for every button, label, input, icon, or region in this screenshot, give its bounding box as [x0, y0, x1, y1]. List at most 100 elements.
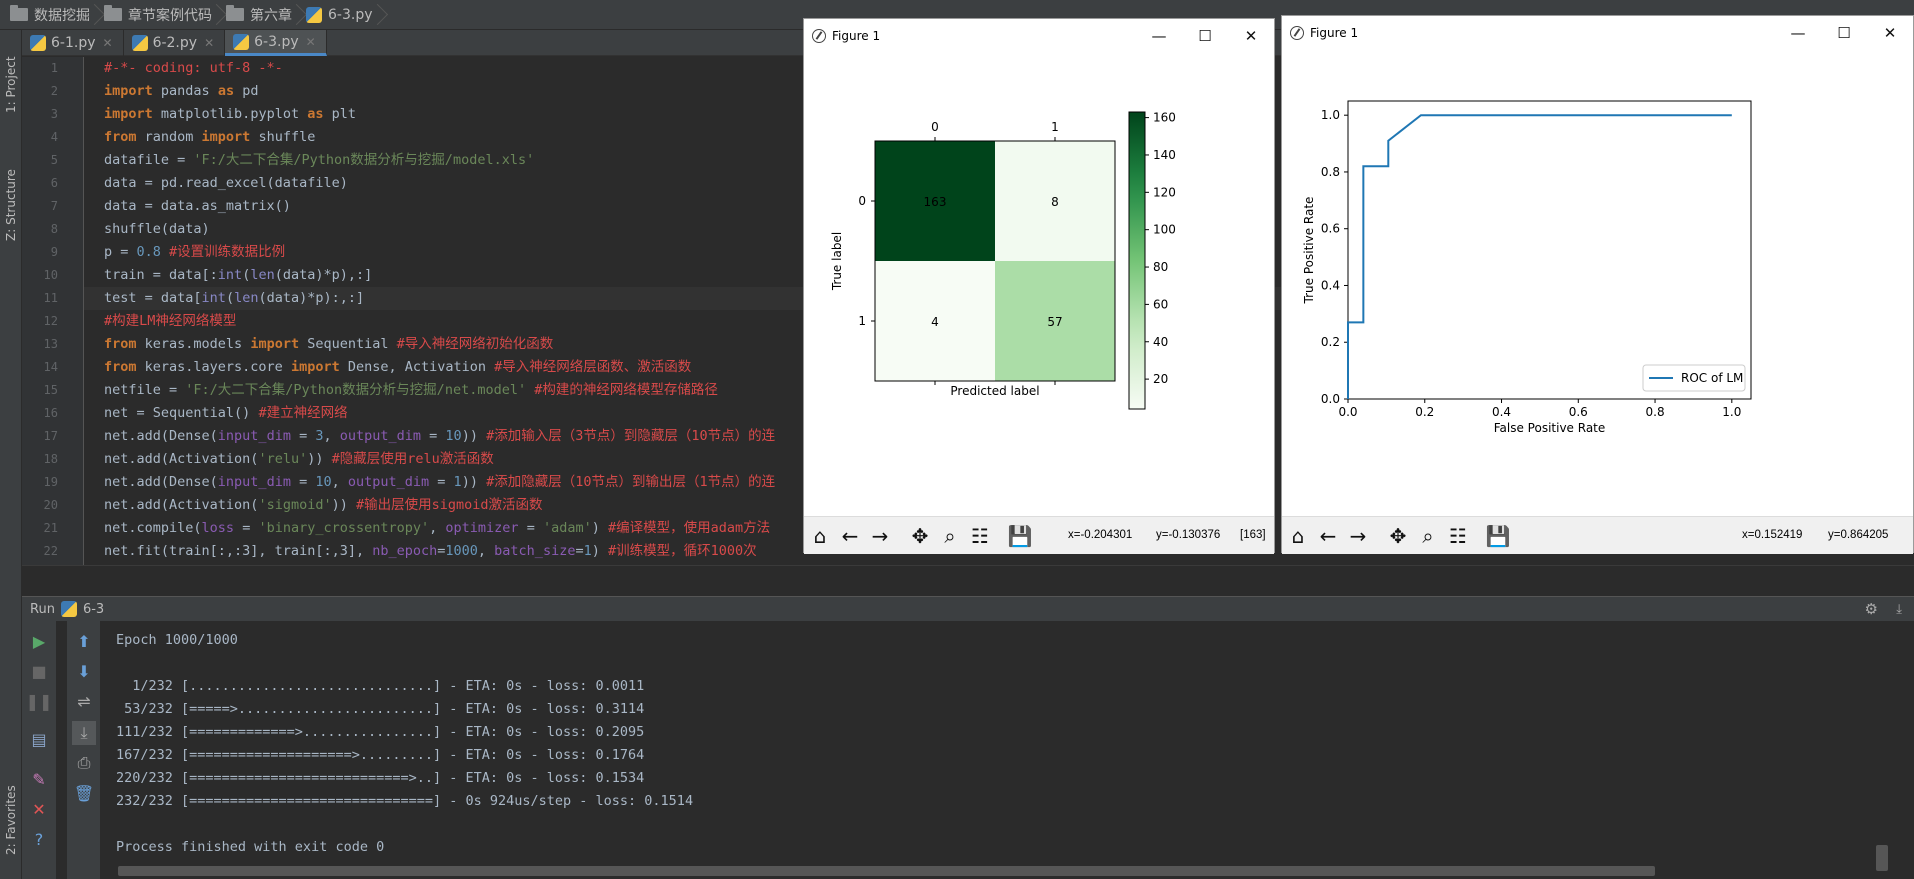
x-tick-label: 0.6	[1569, 405, 1588, 419]
minimize-icon[interactable]: —	[1775, 16, 1821, 50]
soft-wrap-icon[interactable]: ⇌	[72, 689, 96, 713]
console-line: 111/232 [=============>................]…	[116, 724, 645, 740]
string-literal: 'F:/大二下合集/Python数据分析与挖掘/net.model'	[185, 382, 527, 398]
structure-tool-tab[interactable]: Z: Structure	[1, 150, 21, 260]
forward-arrow-icon[interactable]: →	[866, 522, 894, 550]
close-tab-icon[interactable]: ✕	[204, 36, 214, 50]
y-axis-label: True label	[830, 232, 844, 291]
code-text: ))	[461, 474, 487, 490]
scroll-to-end-icon[interactable]: ⤓	[72, 721, 96, 745]
run-panel-header: Run 6-3 ⚙ ⤓	[22, 596, 1914, 621]
keyword: import	[201, 129, 251, 145]
line-number: 21	[43, 521, 58, 535]
home-icon[interactable]: ⌂	[1284, 522, 1312, 550]
stop-icon[interactable]: ■	[27, 659, 51, 683]
code-line-22: net.fit(train[:,:3], train[:,3], nb_epoc…	[104, 540, 757, 563]
keyword: import	[104, 83, 153, 99]
project-tool-tab[interactable]: 1: Project	[1, 40, 21, 130]
number-literal: 1000	[445, 543, 478, 559]
code-text: (data)*p):,:]	[258, 290, 365, 306]
colorbar	[1128, 111, 1146, 410]
back-arrow-icon[interactable]: ←	[1314, 522, 1342, 550]
pin-tab-icon[interactable]: ✎	[27, 767, 51, 791]
comment: #导入神经网络初始化函数	[396, 336, 554, 352]
y-axis-label: True Positive Rate	[1302, 197, 1316, 305]
code-line-17: net.add(Dense(input_dim = 3, output_dim …	[104, 425, 775, 448]
line-number: 18	[43, 452, 58, 466]
matplotlib-logo-icon	[1290, 26, 1304, 40]
pause-icon[interactable]: ❚❚	[26, 689, 53, 713]
tool-window-strip: 1: Project Z: Structure 2: Favorites	[0, 30, 22, 879]
forward-arrow-icon[interactable]: →	[1344, 522, 1372, 550]
tab-label: 6-3.py	[254, 33, 299, 50]
tab-6-3[interactable]: 6-3.py ✕	[225, 30, 327, 56]
breadcrumb-item-chapter6[interactable]: 第六章	[222, 0, 302, 30]
print-icon[interactable]: ⎙	[72, 751, 96, 775]
builtin: int	[217, 267, 243, 283]
hide-panel-icon[interactable]: ⤓	[1896, 602, 1902, 617]
param-name: output_dim	[339, 428, 422, 444]
number-literal: 1	[583, 543, 592, 559]
cell-value-label: 4	[931, 315, 939, 329]
code-text: ))	[331, 497, 356, 513]
comment: #构建的神经网络模型存储路径	[526, 382, 718, 398]
code-line-20: net.add(Activation('sigmoid')) #输出层使用sig…	[104, 494, 543, 517]
y-tick-label: 0.0	[1321, 392, 1340, 406]
colorbar-tick-label: 20	[1153, 372, 1168, 386]
rerun-icon[interactable]: ▶	[27, 629, 51, 653]
keyword: as	[307, 106, 324, 122]
code-text: p =	[104, 244, 137, 260]
tab-6-1[interactable]: 6-1.py ✕	[22, 30, 124, 56]
save-icon[interactable]: 💾	[1484, 522, 1512, 550]
console-vertical-scrollbar[interactable]	[1876, 845, 1888, 871]
close-tab-icon[interactable]: ✕	[306, 35, 316, 49]
scroll-up-icon[interactable]: ⬆	[72, 629, 96, 653]
pan-icon[interactable]: ✥	[906, 522, 934, 550]
tab-6-2[interactable]: 6-2.py ✕	[124, 30, 226, 56]
folder-icon	[10, 5, 28, 21]
code-text: =	[575, 543, 584, 559]
close-icon[interactable]: ✕	[1867, 16, 1913, 50]
confusion-matrix-chart: 163 8 4 57 0 1 0 1 Predicted label True label 160 1…	[830, 111, 1176, 410]
x-tick-label: 0.2	[1415, 405, 1434, 419]
code-line-8: shuffle(data)	[104, 218, 210, 241]
configure-subplots-icon[interactable]: ☷	[966, 522, 994, 550]
help-icon[interactable]: ?	[27, 827, 51, 851]
breadcrumb-item-file[interactable]: 6-3.py	[302, 0, 383, 30]
breadcrumb-item-chapter-code[interactable]: 章节案例代码	[100, 0, 222, 30]
line-number: 14	[43, 360, 58, 374]
save-icon[interactable]: 💾	[1006, 522, 1034, 550]
maximize-icon[interactable]: ☐	[1821, 16, 1867, 50]
configure-subplots-icon[interactable]: ☷	[1444, 522, 1472, 550]
zoom-icon[interactable]: ⌕	[1414, 522, 1442, 550]
zoom-icon[interactable]: ⌕	[936, 522, 964, 550]
clear-all-icon[interactable]: 🗑	[72, 781, 96, 805]
minimize-icon[interactable]: —	[1136, 19, 1182, 53]
favorites-tab-label: 2: Favorites	[4, 785, 18, 855]
python-file-icon	[306, 6, 322, 23]
code-text: net.fit(train[:,:3], train[:,3],	[104, 543, 373, 559]
run-console-output[interactable]: Epoch 1000/1000 1/232 [.................…	[100, 621, 1880, 866]
console-horizontal-scrollbar[interactable]	[118, 866, 1655, 876]
close-tab-icon[interactable]: ✕	[103, 36, 113, 50]
scroll-down-icon[interactable]: ⬇	[72, 659, 96, 683]
home-icon[interactable]: ⌂	[806, 522, 834, 550]
maximize-icon[interactable]: ☐	[1182, 19, 1228, 53]
colorbar-tick-label: 60	[1153, 297, 1168, 311]
breadcrumb-item-datamining[interactable]: 数据挖掘	[6, 0, 100, 30]
console-line: 1/232 [..............................] -…	[116, 678, 645, 694]
breadcrumb-label: 章节案例代码	[128, 7, 212, 24]
settings-gear-icon[interactable]: ⚙	[1865, 600, 1878, 618]
string-literal: 'binary_crossentropy'	[258, 520, 430, 536]
run-config-name[interactable]: 6-3	[83, 602, 104, 617]
restore-layout-icon[interactable]: ▤	[27, 727, 51, 751]
close-icon[interactable]: ✕	[1228, 19, 1274, 53]
line-number: 17	[43, 429, 58, 443]
favorites-tool-tab[interactable]: 2: Favorites	[1, 770, 21, 870]
code-text: net.compile(	[104, 520, 202, 536]
pan-icon[interactable]: ✥	[1384, 522, 1412, 550]
back-arrow-icon[interactable]: ←	[836, 522, 864, 550]
matplotlib-logo-icon	[812, 29, 826, 43]
keyword: from	[104, 336, 137, 352]
close-run-icon[interactable]: ✕	[27, 797, 51, 821]
